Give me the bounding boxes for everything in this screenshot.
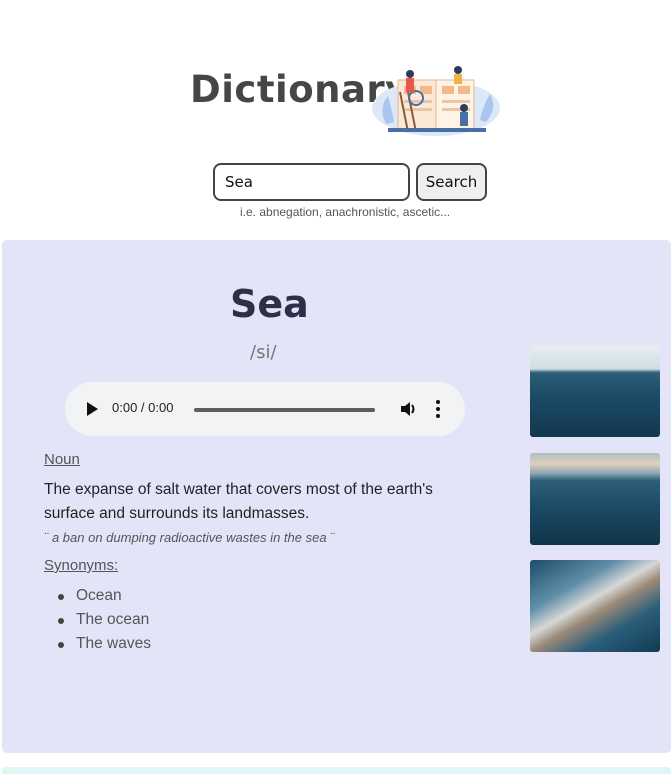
word-heading: Sea bbox=[230, 282, 309, 326]
synonyms-list: Ocean The ocean The waves bbox=[58, 584, 151, 656]
next-panel-edge bbox=[2, 767, 671, 774]
part-of-speech: Noun bbox=[44, 451, 80, 468]
header: Dictionary Search bbox=[0, 0, 671, 240]
synonym-item: The waves bbox=[58, 632, 151, 656]
synonym-item: The ocean bbox=[58, 608, 151, 632]
synonyms-label: Synonyms: bbox=[44, 557, 119, 574]
result-panel: Sea /si/ 0:00 / 0:00 Noun The expanse of… bbox=[2, 240, 671, 753]
search-hint: i.e. abnegation, anachronistic, ascetic.… bbox=[240, 205, 451, 219]
search-button[interactable]: Search bbox=[416, 163, 487, 201]
sea-wave-aerial-photo bbox=[530, 560, 660, 652]
dictionary-illustration bbox=[368, 52, 504, 138]
audio-time: 0:00 / 0:00 bbox=[112, 400, 174, 415]
sea-horizon-photo bbox=[530, 345, 660, 437]
phonetic: /si/ bbox=[250, 342, 277, 363]
volume-icon[interactable] bbox=[398, 399, 418, 419]
play-icon[interactable] bbox=[87, 402, 98, 416]
synonym-item: Ocean bbox=[58, 584, 151, 608]
search-input[interactable] bbox=[213, 163, 410, 201]
sea-sunset-waves-photo bbox=[530, 453, 660, 545]
audio-seek-bar[interactable] bbox=[194, 408, 375, 412]
example-sentence: ¨ a ban on dumping radioactive wastes in… bbox=[44, 530, 335, 545]
audio-player[interactable]: 0:00 / 0:00 bbox=[65, 382, 465, 436]
more-options-icon[interactable] bbox=[436, 400, 440, 418]
definition: The expanse of salt water that covers mo… bbox=[44, 481, 433, 522]
